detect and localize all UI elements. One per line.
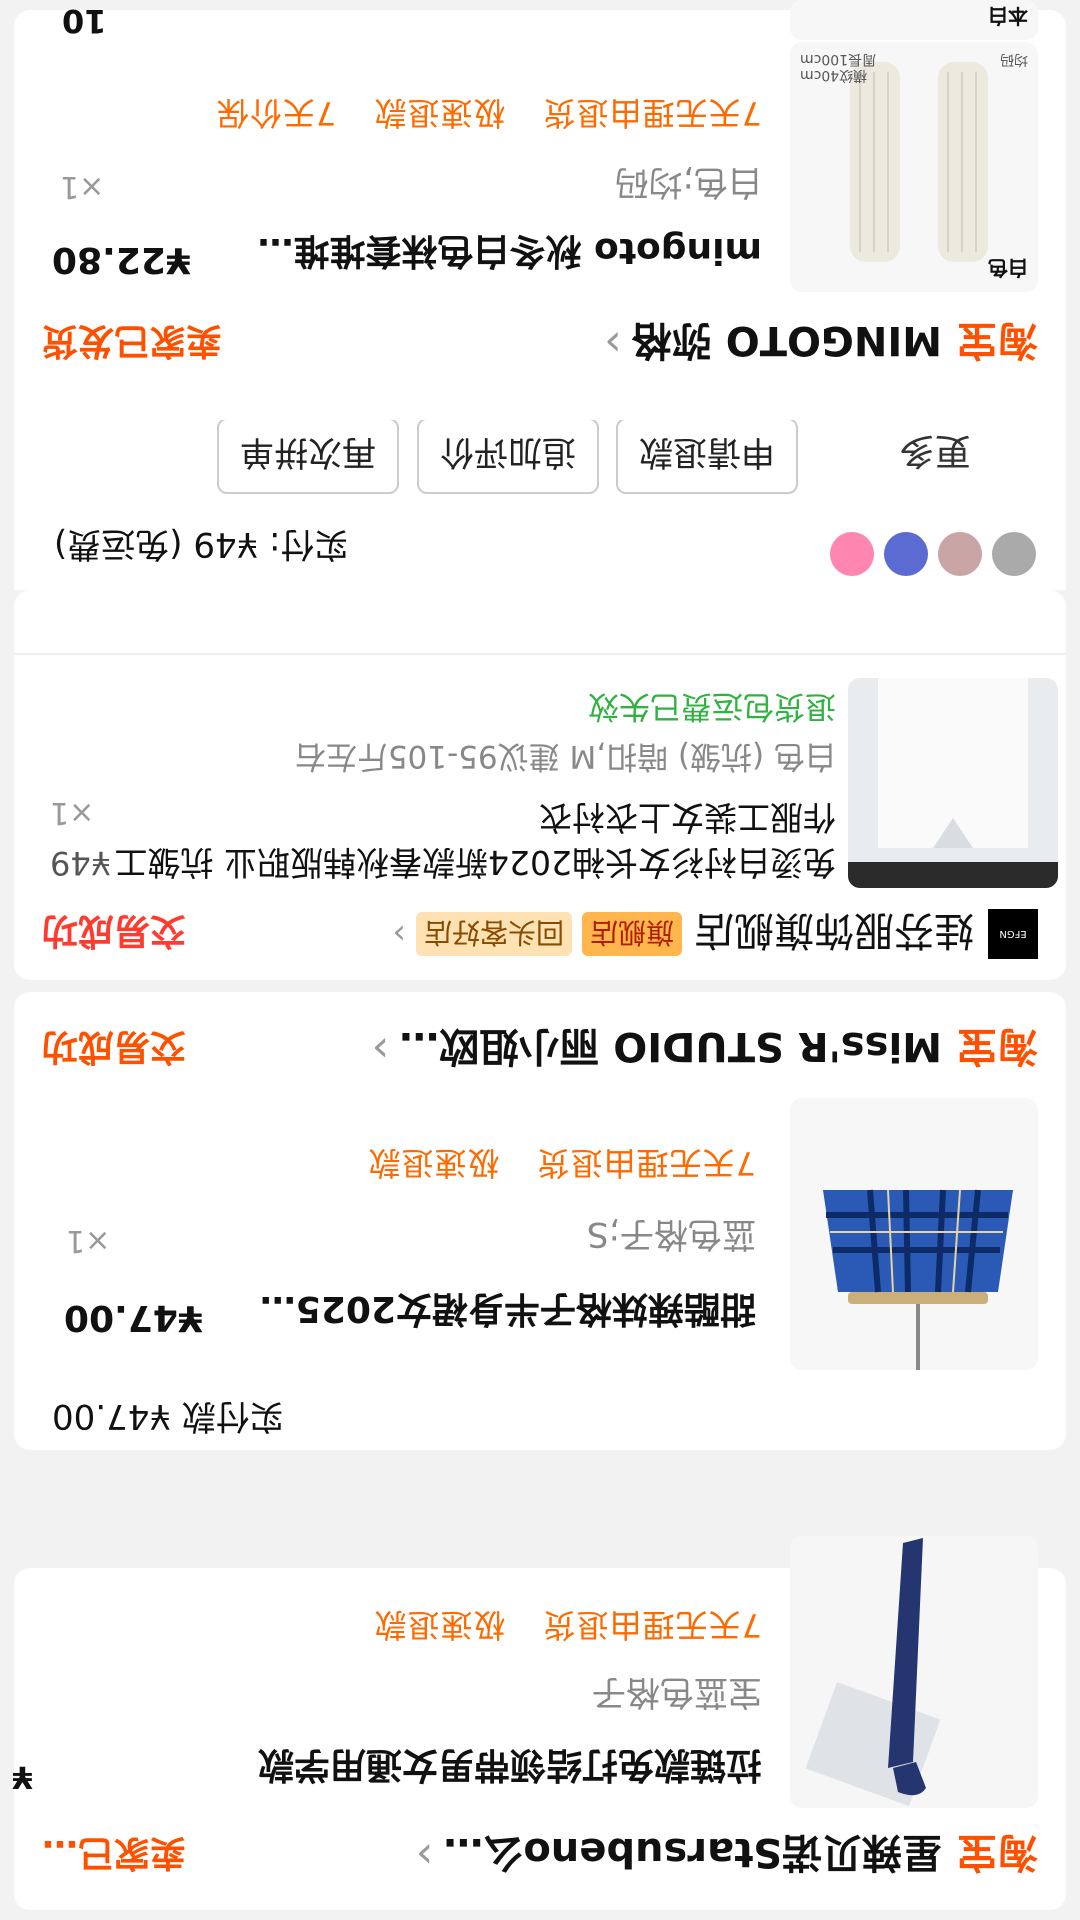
- product-thumbnail[interactable]: [790, 1536, 1038, 1808]
- chevron-right-icon: ›: [604, 318, 622, 370]
- thumb-label: 周長100cm: [800, 51, 877, 67]
- order-list-screen: 淘宝 星辣贝诺Starsubeno么… › 卖家已… 拉链款免打结领带男女通用学…: [0, 0, 1080, 1920]
- service-tag: 7天无理由退货: [542, 94, 762, 132]
- repeat-customer-badge: 回头客好店: [415, 912, 572, 956]
- service-tag: 7天无理由退货: [536, 1144, 756, 1182]
- taobao-brand-label: 淘宝: [956, 1829, 1038, 1875]
- order-card[interactable]: 淘宝 星辣贝诺Starsubeno么… › 卖家已… 拉链款免打结领带男女通用学…: [12, 1536, 1066, 1910]
- service-tags: 7天无理由退货 极速退款: [341, 1142, 756, 1188]
- necktie-image: [790, 1536, 1038, 1808]
- product-thumbnail[interactable]: 白色 横纹40cm 周長100cm 均码: [790, 42, 1038, 292]
- add-review-button[interactable]: 追加评价: [417, 418, 599, 494]
- order-status: 交易成功: [42, 1026, 187, 1067]
- buyer-avatars: [830, 532, 1036, 576]
- divider: [14, 653, 1066, 655]
- product-price: ¥22.80: [52, 239, 191, 280]
- taobao-brand-label: 淘宝: [956, 317, 1038, 363]
- chevron-right-icon: ›: [371, 1024, 390, 1076]
- product-price: ¥49: [50, 844, 112, 882]
- product-sku: 白色;均码: [614, 162, 762, 202]
- order-card[interactable]: 淘宝 MINGOTO 弥格 › 卖家已发货 白色 横纹40cm 周長100cm …: [14, 0, 1066, 420]
- service-tag: 7天价保: [215, 94, 337, 132]
- shop-name[interactable]: MINGOTO 弥格: [632, 315, 942, 373]
- avatar: [992, 532, 1036, 576]
- product-sku: 宝蓝色格子: [592, 1672, 762, 1712]
- service-tag: 极速退款: [373, 94, 506, 132]
- service-tags: 7天无理由退货 极速退款: [347, 1604, 762, 1650]
- service-tags: 7天无理由退货 极速退款 7天价保: [190, 92, 762, 138]
- product-title[interactable]: 甜酷辣妹格子半身裙女2025春…: [244, 1286, 756, 1338]
- product-quantity: ×1: [50, 795, 95, 830]
- product-title[interactable]: mingoto 秋冬白色袜套堆堆袜条…: [244, 228, 762, 280]
- product-thumbnail[interactable]: [790, 1098, 1038, 1370]
- paid-amount: 实付: ¥49 (免运费): [54, 524, 349, 564]
- shop-row[interactable]: EFGN 娃芬服饰旗舰店 旗舰店 回头客好店 › 交易成功: [42, 902, 1038, 966]
- shop-name[interactable]: 娃芬服饰旗舰店: [694, 905, 974, 963]
- apply-refund-button[interactable]: 申请退款: [616, 418, 798, 494]
- avatar: [884, 532, 928, 576]
- shop-row[interactable]: 淘宝 MINGOTO 弥格 › 卖家已发货: [42, 312, 1038, 376]
- shop-row[interactable]: 淘宝 Miss'R STUDIO 丽小姐欧… › 交易成功: [42, 1018, 1038, 1082]
- flagship-badge: 旗舰店: [581, 912, 682, 956]
- order-card[interactable]: EFGN 娃芬服饰旗舰店 旗舰店 回头客好店 › 交易成功 免烫白衬衫女长袖20…: [14, 590, 1066, 980]
- shop-name[interactable]: Miss'R STUDIO 丽小姐欧…: [399, 1021, 942, 1079]
- return-shipping-note: 退货包运费已失效: [588, 688, 836, 724]
- avatar: [830, 532, 874, 576]
- service-tag: 极速退款: [367, 1144, 500, 1182]
- product-sku: 蓝色格子;S: [586, 1214, 756, 1254]
- product-price: ¥47.00: [64, 1297, 203, 1338]
- avatar: [938, 532, 982, 576]
- order-status: 卖家已…: [42, 1832, 187, 1873]
- white-shirt-image: [848, 678, 1058, 888]
- thumb-label: 本白: [988, 4, 1028, 28]
- shop-name[interactable]: 星辣贝诺Starsubeno么…: [443, 1827, 942, 1885]
- paid-amount: 实付款 ¥47.00: [52, 1396, 284, 1436]
- partial-value: 10: [62, 2, 107, 40]
- more-button[interactable]: 更多: [899, 428, 971, 480]
- product-quantity: ×1: [60, 169, 105, 204]
- product-quantity: ×1: [66, 1223, 111, 1258]
- reorder-button[interactable]: 再次拼单: [217, 418, 399, 494]
- product-title[interactable]: 拉链款免打结领带男女通用学款: [42, 1742, 762, 1794]
- order-card[interactable]: 淘宝 Miss'R STUDIO 丽小姐欧… › 交易成功 甜酷辣妹格子半身裙女…: [14, 992, 1066, 1450]
- order-status: 卖家已发货: [42, 320, 223, 361]
- thumb-label: 白色: [988, 256, 1028, 280]
- chevron-right-icon: ›: [415, 1830, 434, 1882]
- product-thumbnail[interactable]: [848, 678, 1058, 888]
- plaid-skirt-image: [790, 1098, 1038, 1370]
- taobao-brand-label: 淘宝: [956, 1023, 1038, 1069]
- product-sku: 白色 (抗皱) 暗扣,M 建议95-105斤左右: [294, 738, 836, 774]
- order-status: 交易成功: [42, 910, 187, 951]
- service-tag: 7天无理由退货: [542, 1606, 762, 1644]
- thumb-label: 均码: [1000, 51, 1028, 67]
- product-price: ¥: [12, 1759, 33, 1794]
- shop-logo: EFGN: [988, 909, 1038, 959]
- next-product-thumbnail: 本白: [790, 0, 1038, 40]
- shop-row[interactable]: 淘宝 星辣贝诺Starsubeno么… › 卖家已…: [42, 1824, 1038, 1888]
- service-tag: 极速退款: [373, 1606, 506, 1644]
- product-title[interactable]: 免烫白衬衫女长袖2024新款春秋韩版职业 抗皱工作服工装女上衣衬衣: [114, 795, 836, 884]
- chevron-right-icon: ›: [392, 914, 406, 954]
